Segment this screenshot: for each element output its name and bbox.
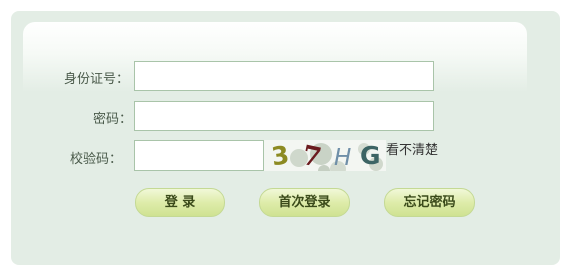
refresh-captcha-link[interactable]: 看不清楚: [386, 139, 438, 158]
id-number-label: 身份证号：: [64, 72, 130, 87]
first-login-button[interactable]: 首次登录: [259, 188, 350, 217]
captcha-image[interactable]: 3 7 H G: [264, 140, 386, 171]
captcha-graphic: 3 7 H G: [270, 140, 383, 171]
login-button[interactable]: 登 录: [135, 188, 225, 217]
password-label: 密码：: [93, 112, 133, 127]
password-input[interactable]: [134, 101, 434, 131]
svg-text:G: G: [360, 141, 381, 170]
svg-text:H: H: [334, 145, 351, 171]
svg-text:3: 3: [270, 140, 291, 171]
captcha-label: 校验码：: [70, 152, 123, 167]
captcha-input[interactable]: [134, 140, 264, 171]
forgot-password-button[interactable]: 忘记密码: [384, 188, 475, 217]
id-number-input[interactable]: [134, 61, 434, 91]
